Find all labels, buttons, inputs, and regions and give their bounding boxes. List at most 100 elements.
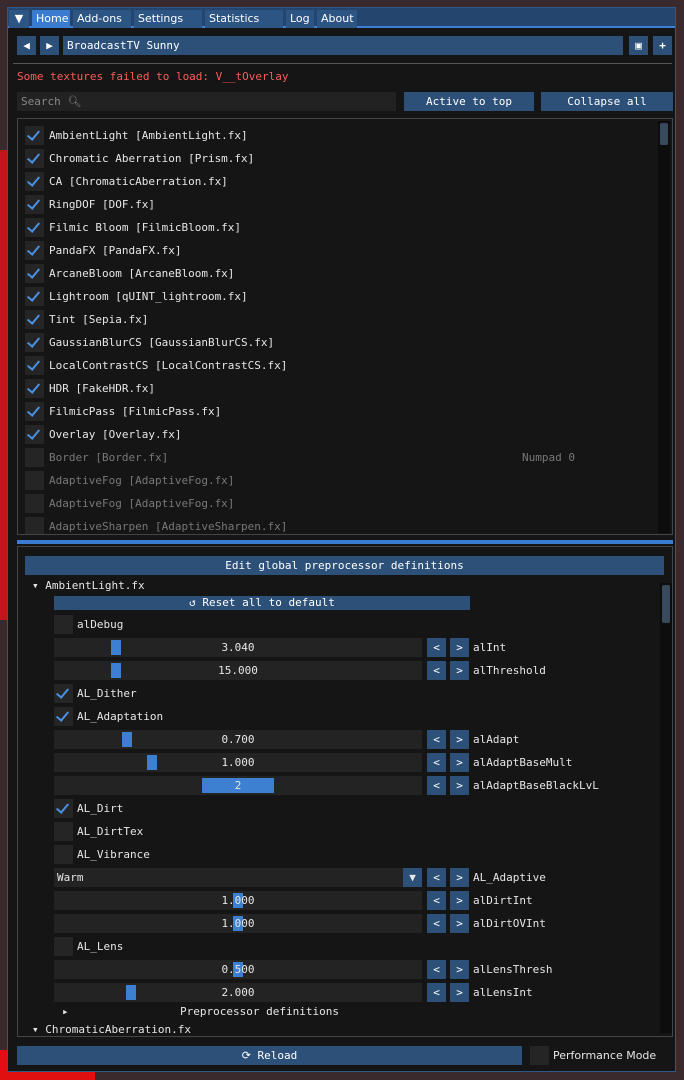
tab-about[interactable]: About [317, 10, 357, 28]
effect-checkbox[interactable] [25, 149, 44, 168]
effect-checkbox[interactable] [25, 356, 44, 375]
param-slider[interactable]: 1.000 [54, 891, 422, 910]
effect-checkbox[interactable] [25, 402, 44, 421]
decrement-button[interactable]: < [427, 868, 446, 887]
effect-checkbox[interactable] [25, 172, 44, 191]
prev-preset-button[interactable]: ◀ [17, 36, 36, 55]
param-slider[interactable]: 2 [54, 776, 422, 795]
effect-item[interactable]: AdaptiveFog [AdaptiveFog.fx] [25, 471, 645, 490]
decrement-button[interactable]: < [427, 638, 446, 657]
slider-grab[interactable] [122, 732, 132, 747]
panel-splitter[interactable] [17, 540, 673, 544]
preprocessor-definitions-toggle[interactable]: ▸ Preprocessor definitions [62, 1003, 362, 1020]
decrement-button[interactable]: < [427, 960, 446, 979]
effect-checkbox[interactable] [25, 494, 44, 513]
decrement-button[interactable]: < [427, 891, 446, 910]
decrement-button[interactable]: < [427, 753, 446, 772]
slider-grab[interactable] [111, 663, 121, 678]
slider-grab[interactable] [126, 985, 136, 1000]
increment-button[interactable]: > [450, 914, 469, 933]
effect-item[interactable]: PandaFX [PandaFX.fx] [25, 241, 645, 260]
effect-item[interactable]: Border [Border.fx] Numpad 0 [25, 448, 645, 467]
decrement-button[interactable]: < [427, 983, 446, 1002]
effect-checkbox[interactable] [25, 517, 44, 534]
effect-checkbox[interactable] [25, 379, 44, 398]
param-checkbox[interactable] [54, 615, 73, 634]
increment-button[interactable]: > [450, 776, 469, 795]
slider-grab[interactable] [147, 755, 157, 770]
decrement-button[interactable]: < [427, 661, 446, 680]
param-combo[interactable]: Warm ▼ [54, 868, 422, 887]
slider-grab[interactable] [111, 640, 121, 655]
search-input[interactable]: Search 🔍︎ [17, 92, 396, 111]
tab-log[interactable]: Log [286, 10, 314, 28]
effect-item[interactable]: AdaptiveSharpen [AdaptiveSharpen.fx] [25, 517, 645, 534]
settings-scrollbar[interactable] [660, 583, 672, 1033]
increment-button[interactable]: > [450, 868, 469, 887]
effect-item[interactable]: Tint [Sepia.fx] [25, 310, 645, 329]
decrement-button[interactable]: < [427, 730, 446, 749]
tab-home[interactable]: Home [32, 10, 70, 28]
effect-checkbox[interactable] [25, 195, 44, 214]
effect-checkbox[interactable] [25, 126, 44, 145]
tab-statistics[interactable]: Statistics [205, 10, 283, 28]
increment-button[interactable]: > [450, 730, 469, 749]
reset-all-button[interactable]: ↺ Reset all to default [54, 596, 470, 610]
effect-item[interactable]: CA [ChromaticAberration.fx] [25, 172, 645, 191]
tab-settings[interactable]: Settings [134, 10, 202, 28]
param-slider[interactable]: 1.000 [54, 753, 422, 772]
effect-list-scrollbar[interactable] [658, 121, 670, 533]
effect-checkbox[interactable] [25, 448, 44, 467]
param-checkbox[interactable] [54, 684, 73, 703]
reload-button[interactable]: ⟳ Reload [17, 1046, 522, 1065]
decrement-button[interactable]: < [427, 914, 446, 933]
effect-checkbox[interactable] [25, 310, 44, 329]
param-slider[interactable]: 1.000 [54, 914, 422, 933]
effect-item[interactable]: Filmic Bloom [FilmicBloom.fx] [25, 218, 645, 237]
effect-item[interactable]: RingDOF [DOF.fx] [25, 195, 645, 214]
decrement-button[interactable]: < [427, 776, 446, 795]
effect-checkbox[interactable] [25, 333, 44, 352]
effect-item[interactable]: AdaptiveFog [AdaptiveFog.fx] [25, 494, 645, 513]
param-slider[interactable]: 0.500 [54, 960, 422, 979]
collapse-menu-icon[interactable]: ▼ [9, 10, 29, 28]
effect-item[interactable]: FilmicPass [FilmicPass.fx] [25, 402, 645, 421]
edit-global-preprocessor-button[interactable]: Edit global preprocessor definitions [25, 556, 664, 575]
param-checkbox[interactable] [54, 937, 73, 956]
param-checkbox[interactable] [54, 822, 73, 841]
effect-item[interactable]: Lightroom [qUINT_lightroom.fx] [25, 287, 645, 306]
increment-button[interactable]: > [450, 891, 469, 910]
effect-checkbox[interactable] [25, 471, 44, 490]
section-header[interactable]: ▾ AmbientLight.fx [32, 577, 145, 594]
effect-checkbox[interactable] [25, 287, 44, 306]
increment-button[interactable]: > [450, 661, 469, 680]
effect-checkbox[interactable] [25, 218, 44, 237]
effect-item[interactable]: HDR [FakeHDR.fx] [25, 379, 645, 398]
param-slider[interactable]: 0.700 [54, 730, 422, 749]
param-slider[interactable]: 3.040 [54, 638, 422, 657]
param-slider[interactable]: 2.000 [54, 983, 422, 1002]
add-preset-button[interactable]: + [653, 36, 672, 55]
param-slider[interactable]: 15.000 [54, 661, 422, 680]
increment-button[interactable]: > [450, 753, 469, 772]
increment-button[interactable]: > [450, 960, 469, 979]
effect-checkbox[interactable] [25, 264, 44, 283]
next-preset-button[interactable]: ▶ [40, 36, 59, 55]
tab-addons[interactable]: Add-ons [73, 10, 131, 28]
preset-selector[interactable]: BroadcastTV Sunny [63, 36, 623, 55]
section-header[interactable]: ▾ ChromaticAberration.fx [32, 1021, 191, 1036]
effect-item[interactable]: ArcaneBloom [ArcaneBloom.fx] [25, 264, 645, 283]
param-checkbox[interactable] [54, 845, 73, 864]
collapse-all-button[interactable]: Collapse all [541, 92, 673, 111]
effect-checkbox[interactable] [25, 241, 44, 260]
increment-button[interactable]: > [450, 638, 469, 657]
active-to-top-button[interactable]: Active to top [404, 92, 534, 111]
save-icon[interactable]: ▣ [629, 36, 648, 55]
param-checkbox[interactable] [54, 799, 73, 818]
performance-mode-checkbox[interactable] [530, 1046, 549, 1065]
increment-button[interactable]: > [450, 983, 469, 1002]
param-checkbox[interactable] [54, 707, 73, 726]
effect-item[interactable]: GaussianBlurCS [GaussianBlurCS.fx] [25, 333, 645, 352]
effect-item[interactable]: Overlay [Overlay.fx] [25, 425, 645, 444]
effect-item[interactable]: AmbientLight [AmbientLight.fx] [25, 126, 645, 145]
